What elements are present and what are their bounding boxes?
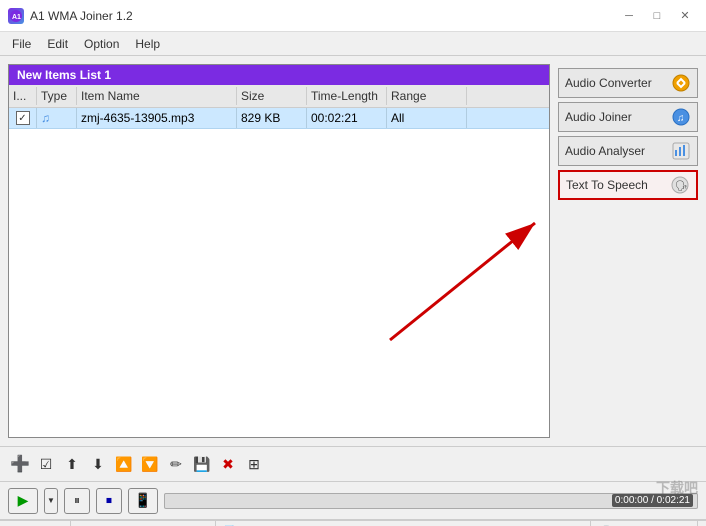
maximize-button[interactable]: □ (644, 6, 670, 26)
row-size: 829 KB (237, 108, 307, 128)
check-button[interactable]: ☑ (34, 452, 58, 476)
list-header: I... Type Item Name Size Time-Length Ran… (9, 85, 549, 108)
main-content: New Items List 1 I... Type Item Name Siz… (0, 56, 706, 446)
status-bar: ⬤ 1 Items. 1 Items, 829 KB, 00:02:21 📄 R… (0, 520, 706, 526)
col-header-index: I... (9, 87, 37, 105)
watermark: 下载吧 (656, 478, 698, 498)
window-title: A1 WMA Joiner 1.2 (30, 9, 133, 23)
status-master-volume: 🔊 Master Volume (591, 521, 698, 526)
table-row[interactable]: ✓ ♫ zmj-4635-13905.mp3 829 KB 00:02:21 A… (9, 108, 549, 129)
row-range: All (387, 108, 467, 128)
list-body: ✓ ♫ zmj-4635-13905.mp3 829 KB 00:02:21 A… (9, 108, 549, 437)
bottom-toolbar: ➕ ☑ ⬆ ⬇ 🔼 🔽 ✏ 💾 ✖ ⊞ (0, 446, 706, 482)
delete-button[interactable]: ✖ (216, 452, 240, 476)
menu-option[interactable]: Option (76, 35, 127, 53)
status-details: 1 Items, 829 KB, 00:02:21 (71, 521, 215, 526)
text-to-speech-label: Text To Speech (566, 178, 670, 192)
close-button[interactable]: ✕ (672, 6, 698, 26)
audio-joiner-button[interactable]: Audio Joiner ♫ (558, 102, 698, 132)
text-to-speech-button[interactable]: Text To Speech 🗣 (558, 170, 698, 200)
panel-header: New Items List 1 (9, 65, 549, 85)
add-button[interactable]: ➕ (8, 452, 32, 476)
audio-analyser-icon (671, 141, 691, 161)
edit-button[interactable]: ✏ (164, 452, 188, 476)
audio-analyser-label: Audio Analyser (565, 144, 671, 158)
menu-file[interactable]: File (4, 35, 39, 53)
audio-analyser-button[interactable]: Audio Analyser (558, 136, 698, 166)
row-name: zmj-4635-13905.mp3 (77, 108, 237, 128)
play-button[interactable]: ▶ (8, 488, 38, 514)
player-bar: ▶ ▼ ⏸ ⏹ 📱 0:00:00 / 0:02:21 (0, 482, 706, 520)
music-icon: ♫ (41, 111, 50, 125)
status-ready: 📄 Ready. (216, 521, 591, 526)
stop-button[interactable]: ⏹ (96, 488, 122, 514)
phone-button[interactable]: 📱 (128, 488, 158, 514)
audio-joiner-label: Audio Joiner (565, 110, 671, 124)
minimize-button[interactable]: ─ (616, 6, 642, 26)
movedown-button[interactable]: ⬇ (86, 452, 110, 476)
menu-help[interactable]: Help (127, 35, 168, 53)
text-to-speech-icon: 🗣 (670, 175, 690, 195)
audio-joiner-icon: ♫ (671, 107, 691, 127)
menu-bar: File Edit Option Help (0, 32, 706, 56)
title-bar-left: A1 A1 WMA Joiner 1.2 (8, 8, 133, 24)
title-bar: A1 A1 WMA Joiner 1.2 ─ □ ✕ (0, 0, 706, 32)
top-button[interactable]: 🔼 (112, 452, 136, 476)
col-header-range: Range (387, 87, 467, 105)
audio-converter-label: Audio Converter (565, 76, 671, 90)
save-button[interactable]: 💾 (190, 452, 214, 476)
row-time: 00:02:21 (307, 108, 387, 128)
progress-bar[interactable]: 0:00:00 / 0:02:21 (164, 493, 698, 509)
col-header-time: Time-Length (307, 87, 387, 105)
audio-converter-button[interactable]: Audio Converter (558, 68, 698, 98)
col-header-type: Type (37, 87, 77, 105)
status-item-count: ⬤ 1 Items. (8, 521, 71, 526)
col-header-size: Size (237, 87, 307, 105)
col-header-name: Item Name (77, 87, 237, 105)
play-dropdown-button[interactable]: ▼ (44, 488, 58, 514)
bottom-button[interactable]: 🔽 (138, 452, 162, 476)
svg-text:A1: A1 (12, 14, 21, 21)
pause-button[interactable]: ⏸ (64, 488, 90, 514)
grid-button[interactable]: ⊞ (242, 452, 266, 476)
svg-text:🗣: 🗣 (675, 180, 688, 192)
window-controls: ─ □ ✕ (616, 6, 698, 26)
app-icon: A1 (8, 8, 24, 24)
menu-edit[interactable]: Edit (39, 35, 76, 53)
check-icon: ✓ (16, 111, 30, 125)
right-panel: Audio Converter Audio Joiner ♫ (558, 64, 698, 438)
audio-converter-icon (671, 73, 691, 93)
items-list-panel: New Items List 1 I... Type Item Name Siz… (8, 64, 550, 438)
row-type: ♫ (37, 108, 77, 128)
moveup-button[interactable]: ⬆ (60, 452, 84, 476)
row-index: ✓ (9, 108, 37, 128)
svg-text:♫: ♫ (677, 113, 685, 124)
